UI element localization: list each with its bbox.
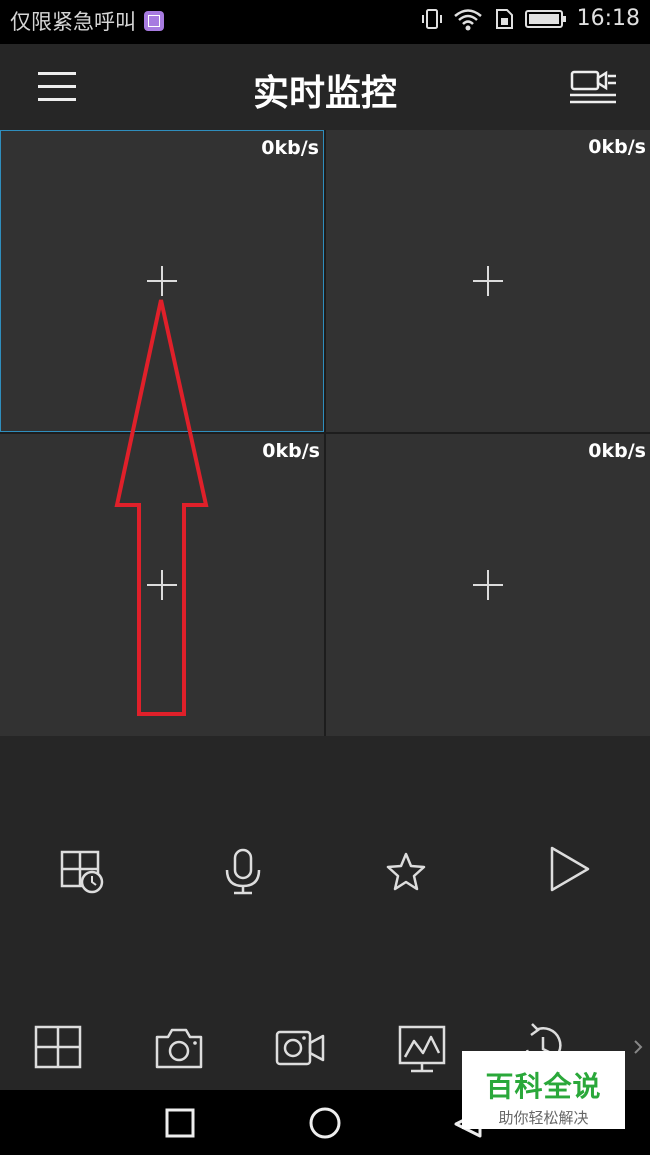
sim-icon — [495, 8, 513, 29]
performance-chart-icon[interactable] — [397, 1024, 447, 1074]
control-panel — [0, 736, 650, 1006]
record-video-icon[interactable] — [275, 1024, 325, 1074]
grid-layout-icon[interactable] — [33, 1024, 83, 1074]
add-device-icon[interactable] — [147, 570, 177, 600]
device-list-icon[interactable] — [568, 68, 618, 106]
add-device-icon[interactable] — [473, 570, 503, 600]
add-device-icon[interactable] — [147, 266, 177, 296]
add-device-icon[interactable] — [473, 266, 503, 296]
clock: 16:18 — [576, 6, 640, 31]
microphone-icon[interactable] — [218, 846, 268, 896]
watermark-logo: 百科全说 助你轻松解决 — [462, 1051, 625, 1129]
watermark-subtitle: 助你轻松解决 — [498, 1109, 589, 1127]
app-header: 实时监控 — [0, 44, 650, 130]
favorite-star-icon[interactable] — [381, 846, 431, 896]
play-icon[interactable] — [544, 844, 594, 894]
home-icon[interactable] — [308, 1106, 342, 1140]
battery-icon — [524, 9, 566, 28]
chevron-right-icon[interactable] — [632, 1036, 644, 1058]
video-cell-2[interactable]: 0kb/s — [326, 130, 650, 432]
bitrate-label: 0kb/s — [261, 137, 319, 159]
bitrate-label: 0kb/s — [262, 440, 320, 462]
status-left: 仅限紧急呼叫 — [10, 6, 164, 36]
video-cell-1[interactable]: 0kb/s — [0, 130, 324, 432]
wifi-icon — [453, 8, 482, 30]
watermark-title: 百科全说 — [485, 1070, 602, 1103]
page-title: 实时监控 — [252, 73, 397, 114]
video-cell-4[interactable]: 0kb/s — [326, 434, 650, 736]
carrier-text: 仅限紧急呼叫 — [10, 10, 136, 34]
bitrate-label: 0kb/s — [588, 136, 646, 158]
vibrate-icon — [421, 8, 442, 29]
gallery-notification-icon — [144, 11, 164, 31]
playback-icon[interactable] — [57, 846, 107, 896]
bitrate-label: 0kb/s — [588, 440, 646, 462]
snapshot-camera-icon[interactable] — [154, 1024, 204, 1074]
status-bar: 仅限紧急呼叫 16:18 — [0, 0, 650, 44]
status-right: 16:18 — [421, 6, 640, 31]
video-cell-3[interactable]: 0kb/s — [0, 434, 324, 736]
recent-apps-icon[interactable] — [165, 1108, 195, 1138]
video-grid: 0kb/s 0kb/s 0kb/s 0kb/s — [0, 130, 650, 736]
